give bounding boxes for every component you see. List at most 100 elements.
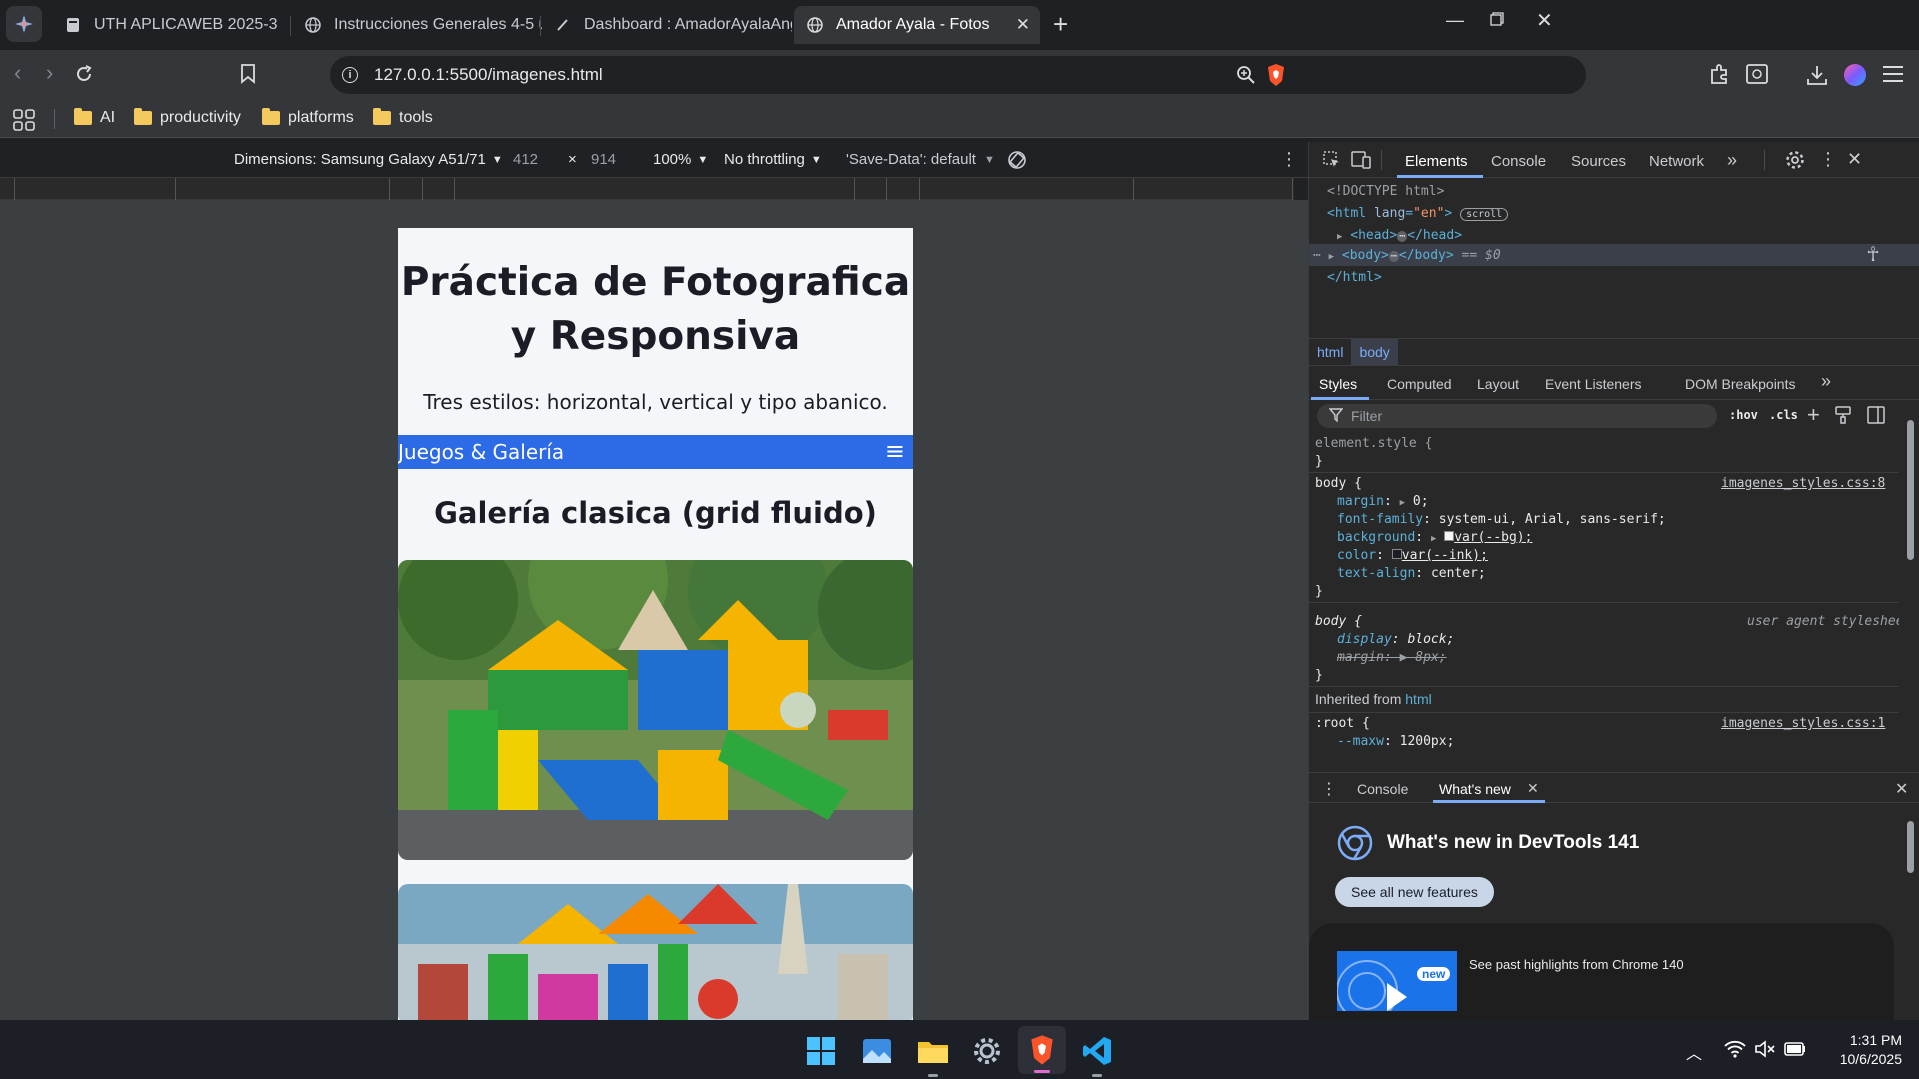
battery-icon[interactable] bbox=[1784, 1042, 1806, 1056]
extensions-icon[interactable] bbox=[1708, 62, 1732, 86]
cls-button[interactable]: .cls bbox=[1769, 408, 1798, 422]
close-drawer-icon[interactable]: ✕ bbox=[1895, 779, 1908, 799]
dom-doctype[interactable]: <!DOCTYPE html> bbox=[1327, 184, 1444, 199]
rotate-icon[interactable] bbox=[1006, 149, 1028, 171]
see-all-features-button[interactable]: See all new features bbox=[1335, 877, 1494, 907]
browser-tab[interactable]: UTH APLICAWEB 2025-3 bbox=[52, 6, 292, 44]
sidebar-toggle-icon[interactable] bbox=[1867, 406, 1885, 424]
dom-head-node[interactable]: ▶ <head> ⋯ </head> bbox=[1337, 228, 1462, 243]
photos-app-icon[interactable] bbox=[862, 1038, 892, 1064]
highlights-card[interactable]: new See past highlights from Chrome 140 bbox=[1309, 923, 1894, 1023]
devtools-more-icon[interactable]: ⋮ bbox=[1819, 149, 1837, 170]
scroll-badge[interactable]: scroll bbox=[1460, 208, 1509, 221]
brave-app-icon[interactable] bbox=[1018, 1026, 1066, 1074]
devtools-tab-sources[interactable]: Sources bbox=[1571, 153, 1626, 170]
reload-icon[interactable] bbox=[74, 64, 94, 84]
close-devtools-icon[interactable]: ✕ bbox=[1847, 149, 1862, 170]
browser-tab[interactable]: Instrucciones Generales 4-5 u2.pdf bbox=[292, 6, 542, 44]
restore-icon[interactable] bbox=[1490, 12, 1504, 26]
close-window-icon[interactable]: ✕ bbox=[1536, 8, 1553, 33]
body-rule-selector[interactable]: body { bbox=[1315, 476, 1362, 491]
drawer-scrollbar[interactable] bbox=[1905, 807, 1915, 1017]
more-tabs-icon[interactable]: » bbox=[1821, 371, 1831, 392]
dom-html-close[interactable]: </html> bbox=[1327, 270, 1382, 285]
forward-icon[interactable]: › bbox=[46, 60, 53, 86]
accessibility-icon[interactable]: ☥ bbox=[1867, 242, 1879, 266]
devtools-tab-console[interactable]: Console bbox=[1491, 153, 1546, 170]
css-declaration[interactable]: text-align: center; bbox=[1337, 566, 1486, 581]
breadcrumb-body[interactable]: body bbox=[1351, 339, 1398, 365]
inspect-element-icon[interactable] bbox=[1323, 151, 1341, 169]
new-tab-icon[interactable]: + bbox=[1053, 9, 1068, 40]
windows-start-icon[interactable] bbox=[806, 1036, 836, 1066]
styles-tab-styles[interactable]: Styles bbox=[1319, 376, 1357, 392]
drawer-menu-icon[interactable]: ⋮ bbox=[1321, 779, 1337, 799]
device-select[interactable]: Dimensions: Samsung Galaxy A51/71 ▼ bbox=[234, 151, 503, 168]
dom-body-node[interactable]: ⋯ ▶ <body> ⋯ </body> == $0 bbox=[1313, 248, 1501, 263]
color-swatch-white[interactable] bbox=[1444, 531, 1455, 541]
more-tabs-icon[interactable]: » bbox=[1727, 150, 1737, 171]
stylesheet-link[interactable]: imagenes_styles.css:8 bbox=[1721, 476, 1885, 491]
drawer-tab-whats-new[interactable]: What's new bbox=[1439, 781, 1511, 797]
new-rule-icon[interactable]: + bbox=[1807, 402, 1820, 428]
inherited-from-link[interactable]: html bbox=[1405, 691, 1431, 707]
ellipsis-icon[interactable]: ⋯ bbox=[1313, 248, 1321, 263]
tray-chevron-icon[interactable]: ︿ bbox=[1686, 1040, 1702, 1064]
brave-shield-icon[interactable] bbox=[1266, 63, 1286, 87]
css-declaration[interactable]: display: block; bbox=[1337, 632, 1454, 647]
bookmark-folder-tools[interactable]: tools bbox=[373, 108, 433, 127]
site-info-icon[interactable]: i bbox=[342, 67, 358, 83]
profile-avatar[interactable] bbox=[1844, 64, 1866, 86]
width-input[interactable]: 412 bbox=[513, 151, 538, 168]
styles-tab-computed[interactable]: Computed bbox=[1387, 376, 1452, 392]
settings-gear-icon[interactable] bbox=[1785, 150, 1805, 170]
device-more-icon[interactable]: ⋮ bbox=[1280, 149, 1298, 170]
ua-rule-selector[interactable]: body { bbox=[1315, 614, 1362, 629]
save-data-select[interactable]: 'Save-Data': default ▼ bbox=[846, 151, 995, 168]
volume-muted-icon[interactable] bbox=[1754, 1040, 1776, 1058]
minimize-icon[interactable]: — bbox=[1446, 10, 1464, 31]
css-declaration-overridden[interactable]: margin: ▶ 8px; bbox=[1337, 650, 1447, 665]
devtools-tab-elements[interactable]: Elements bbox=[1405, 153, 1468, 170]
hov-button[interactable]: :hov bbox=[1729, 408, 1758, 422]
drawer-tab-console[interactable]: Console bbox=[1357, 781, 1408, 797]
dom-html-node[interactable]: <html lang="en"> scroll bbox=[1327, 206, 1509, 221]
bookmark-folder-ai[interactable]: AI bbox=[74, 108, 115, 127]
browser-tab-active[interactable]: Amador Ayala - Fotos ✕ bbox=[794, 6, 1040, 44]
styles-tab-event-listeners[interactable]: Event Listeners bbox=[1545, 376, 1642, 392]
file-explorer-icon[interactable] bbox=[917, 1038, 949, 1064]
root-rule-selector[interactable]: :root { bbox=[1315, 716, 1370, 731]
bookmark-folder-productivity[interactable]: productivity bbox=[134, 108, 241, 127]
css-declaration[interactable]: margin: ▶ 0; bbox=[1337, 494, 1429, 509]
devtools-tab-network[interactable]: Network bbox=[1649, 153, 1704, 170]
element-style-rule[interactable]: element.style { bbox=[1315, 436, 1432, 451]
expand-triangle-icon[interactable]: ▶ bbox=[1337, 232, 1342, 242]
throttling-select[interactable]: No throttling ▼ bbox=[724, 151, 822, 168]
apps-icon[interactable] bbox=[13, 109, 35, 131]
browser-menu-icon[interactable] bbox=[6, 6, 42, 42]
zoom-icon[interactable] bbox=[1236, 65, 1256, 85]
styles-filter-input[interactable]: Filter bbox=[1317, 404, 1717, 428]
vscode-app-icon[interactable] bbox=[1082, 1036, 1112, 1066]
css-declaration[interactable]: background: ▶ var(--bg); bbox=[1337, 530, 1532, 545]
address-bar[interactable]: i 127.0.0.1:5500/imagenes.html bbox=[330, 56, 1586, 94]
leo-icon[interactable] bbox=[1746, 64, 1768, 84]
back-icon[interactable]: ‹ bbox=[14, 60, 21, 86]
css-declaration[interactable]: --maxw: 1200px; bbox=[1337, 734, 1454, 749]
wifi-icon[interactable] bbox=[1724, 1040, 1746, 1058]
browser-tab[interactable]: Dashboard : AmadorAyalaAngel : Pyt bbox=[542, 6, 792, 44]
height-input[interactable]: 914 bbox=[591, 151, 616, 168]
hamburger-menu-icon[interactable]: ≡ bbox=[885, 437, 905, 465]
bookmark-icon[interactable] bbox=[241, 64, 255, 84]
expand-triangle-icon[interactable]: ▶ bbox=[1329, 252, 1334, 262]
url-text[interactable]: 127.0.0.1:5500/imagenes.html bbox=[374, 65, 603, 85]
menu-icon[interactable] bbox=[1882, 65, 1904, 83]
media-query-ruler[interactable] bbox=[0, 178, 1294, 200]
ellipsis-badge[interactable]: ⋯ bbox=[1397, 231, 1408, 242]
close-drawer-tab-icon[interactable]: ✕ bbox=[1527, 780, 1539, 797]
bookmark-folder-platforms[interactable]: platforms bbox=[262, 108, 354, 127]
styles-tab-dom-breakpoints[interactable]: DOM Breakpoints bbox=[1685, 376, 1795, 392]
breadcrumb-html[interactable]: html bbox=[1309, 344, 1351, 360]
stylesheet-link[interactable]: imagenes_styles.css:1 bbox=[1721, 716, 1885, 731]
paint-icon[interactable] bbox=[1835, 406, 1851, 424]
